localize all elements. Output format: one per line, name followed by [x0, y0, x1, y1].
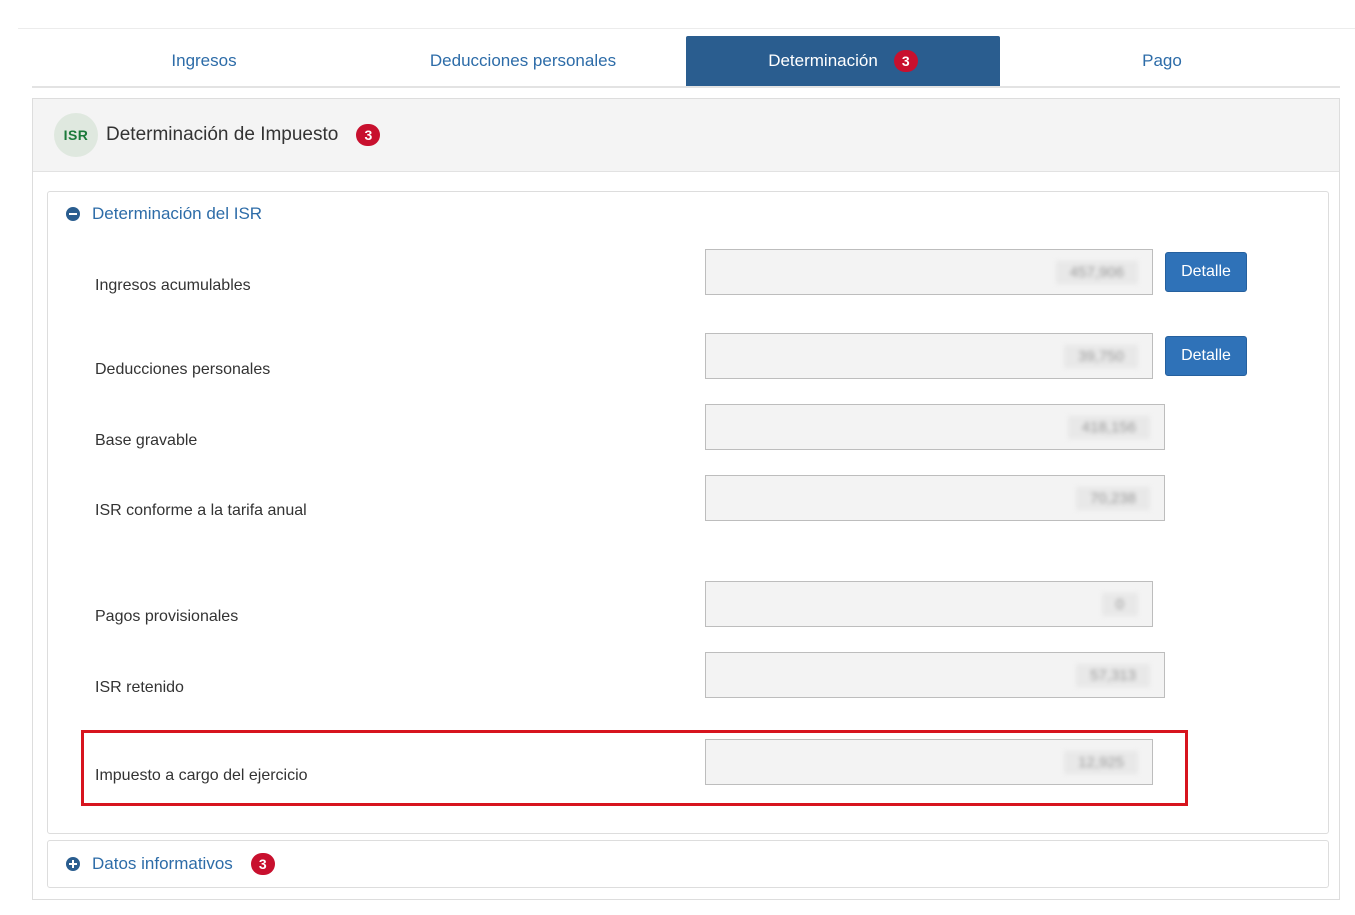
collapse-icon: [66, 207, 80, 221]
detalle-deducciones-button[interactable]: Detalle: [1165, 336, 1247, 376]
field-isr-retenido[interactable]: 57,313: [705, 652, 1165, 698]
isr-icon: ISR: [54, 113, 98, 157]
section-title: Determinación del ISR: [92, 204, 263, 223]
label-base-gravable: Base gravable: [95, 432, 198, 449]
section-title: Datos informativos: [92, 854, 233, 873]
detalle-ingresos-button[interactable]: Detalle: [1165, 252, 1247, 292]
label-isr-retenido: ISR retenido: [95, 679, 184, 696]
label-pagos-provisionales: Pagos provisionales: [95, 608, 239, 625]
section-datos-informativos: Datos informativos 3: [47, 840, 1329, 888]
field-value: 39,750: [1064, 344, 1138, 368]
tab-label: Pago: [1142, 51, 1182, 70]
field-value: 0: [1101, 592, 1138, 616]
label-deducciones-personales: Deducciones personales: [95, 361, 271, 378]
tab-ingresos[interactable]: Ingresos: [32, 36, 376, 86]
field-value: 457,906: [1055, 260, 1138, 284]
tab-determinacion[interactable]: Determinación 3: [686, 36, 1000, 86]
panel-badge: 3: [356, 124, 381, 146]
expand-icon: [66, 857, 80, 871]
section-badge: 3: [250, 853, 275, 875]
tab-label: Deducciones personales: [429, 51, 617, 70]
panel-title: Determinación de Impuesto: [106, 124, 339, 145]
field-ingresos-acumulables[interactable]: 457,906: [705, 249, 1153, 295]
tab-label: Ingresos: [171, 51, 237, 70]
tab-bar: Ingresos Deducciones personales Determin…: [32, 36, 1340, 88]
field-base-gravable[interactable]: 418,156: [705, 404, 1165, 450]
field-pagos-provisionales[interactable]: 0: [705, 581, 1153, 627]
label-impuesto-cargo-ejercicio: Impuesto a cargo del ejercicio: [95, 767, 308, 784]
determinacion-panel: ISR Determinación de Impuesto 3 Determin…: [32, 98, 1340, 900]
label-ingresos-acumulables: Ingresos acumulables: [95, 277, 251, 294]
top-divider: [18, 28, 1355, 29]
section-toggle-isr[interactable]: Determinación del ISR: [66, 204, 262, 224]
field-value: 57,313: [1076, 663, 1150, 687]
panel-header: ISR Determinación de Impuesto 3: [33, 99, 1339, 172]
field-value: 418,156: [1067, 415, 1150, 439]
label-isr-tarifa-anual: ISR conforme a la tarifa anual: [95, 502, 307, 519]
tab-pago[interactable]: Pago: [1000, 36, 1324, 86]
tab-label: Determinación: [768, 51, 878, 70]
tab-deducciones-personales[interactable]: Deducciones personales: [368, 36, 678, 86]
tab-badge: 3: [893, 50, 918, 72]
section-toggle-datos-informativos[interactable]: Datos informativos 3: [66, 853, 275, 875]
field-deducciones-personales[interactable]: 39,750: [705, 333, 1153, 379]
field-value: 70,238: [1076, 486, 1150, 510]
section-determinacion-isr: Determinación del ISR Ingresos acumulabl…: [47, 191, 1329, 834]
field-impuesto-cargo-ejercicio[interactable]: 12,925: [705, 739, 1153, 785]
field-isr-tarifa-anual[interactable]: 70,238: [705, 475, 1165, 521]
field-value: 12,925: [1064, 750, 1138, 774]
